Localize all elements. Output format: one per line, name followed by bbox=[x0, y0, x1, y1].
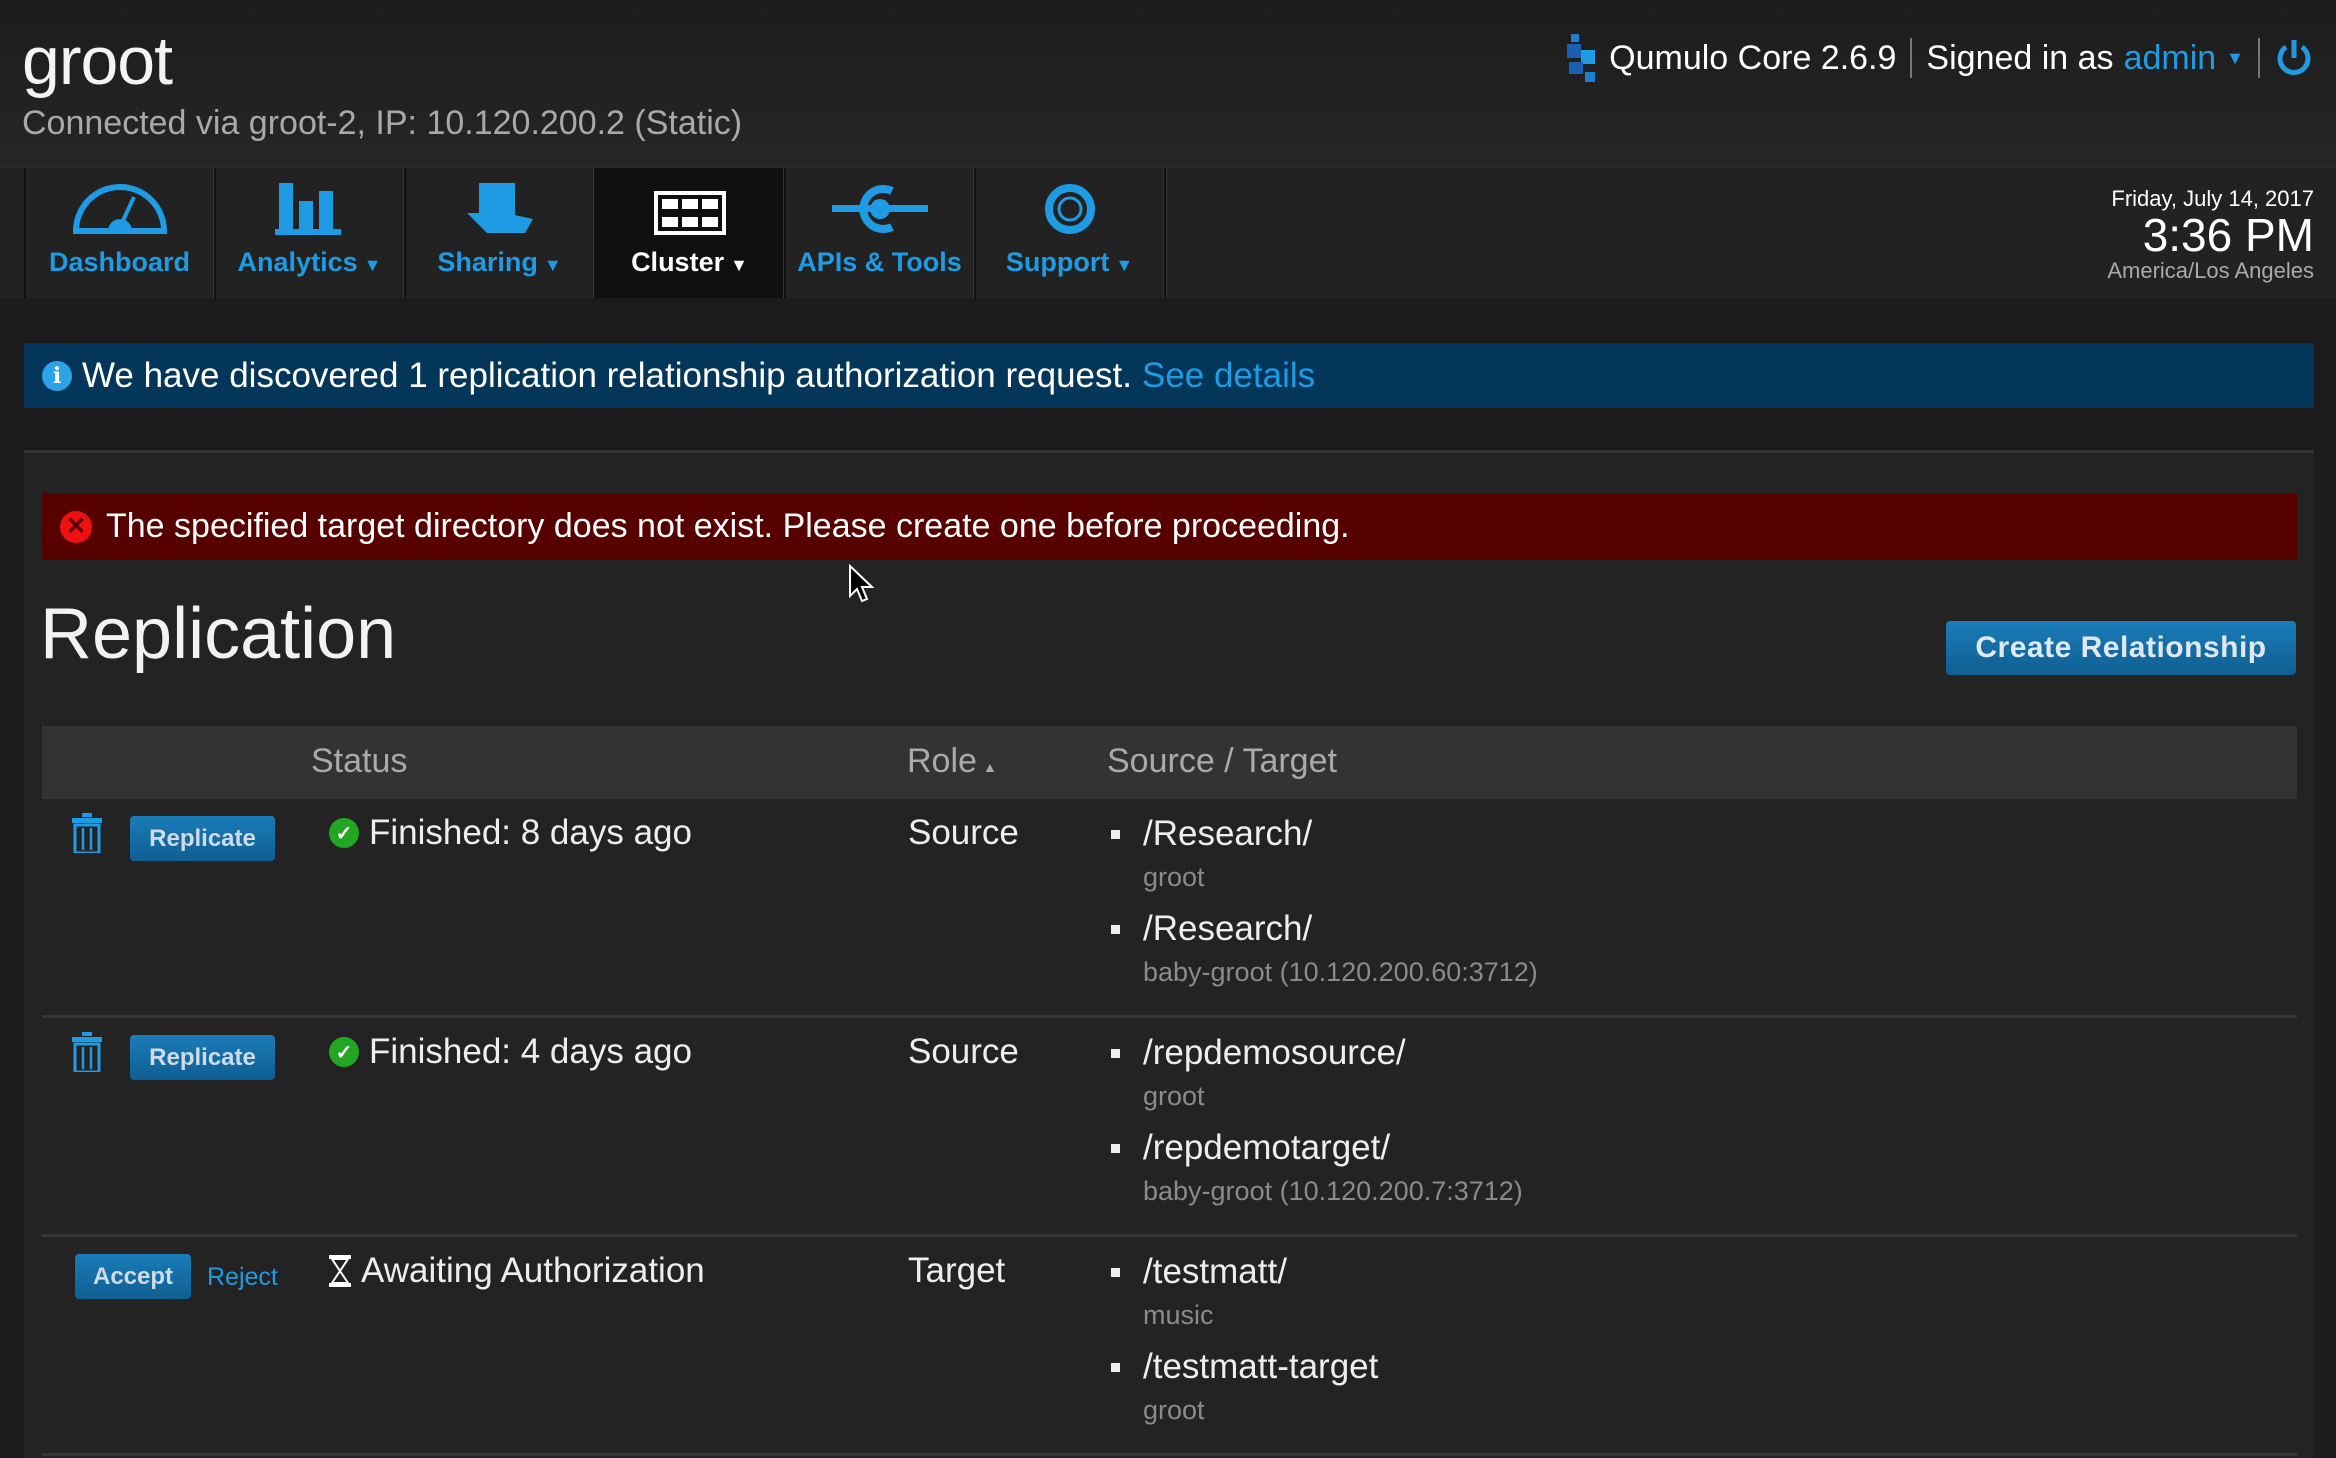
list-item: /repdemosource/groot bbox=[1107, 1032, 1523, 1127]
table-row: Replicate ✓ Finished: 8 days ago Source /… bbox=[42, 799, 2297, 1018]
nav-analytics[interactable]: Analytics ▼ bbox=[214, 168, 404, 298]
source-target-list: /repdemosource/groot /repdemotarget/baby… bbox=[1107, 1032, 1523, 1222]
lifebuoy-icon bbox=[1044, 184, 1095, 234]
nav-label: Cluster ▼ bbox=[631, 247, 748, 277]
page-title: Replication bbox=[40, 594, 397, 674]
caret-down-icon: ▼ bbox=[363, 255, 382, 275]
table-row: Replicate ✓ Finished: 4 days ago Source /… bbox=[42, 1018, 2297, 1237]
nav-label: Sharing ▼ bbox=[437, 247, 562, 277]
cluster-grid-icon bbox=[653, 191, 726, 235]
column-role[interactable]: Role ▲ bbox=[907, 742, 997, 781]
create-relationship-button[interactable]: Create Relationship bbox=[1946, 621, 2296, 675]
see-details-link[interactable]: See details bbox=[1142, 356, 1315, 396]
list-item: /testmatt/music bbox=[1107, 1251, 1378, 1346]
list-item: /Research/baby-groot (10.120.200.60:3712… bbox=[1107, 908, 1538, 1003]
mouse-cursor-icon bbox=[849, 564, 875, 603]
nav-dashboard[interactable]: Dashboard bbox=[24, 168, 214, 298]
list-item: /repdemotarget/baby-groot (10.120.200.7:… bbox=[1107, 1127, 1523, 1222]
nav-support[interactable]: Support ▼ bbox=[974, 168, 1164, 298]
error-text: The specified target directory does not … bbox=[106, 507, 1350, 545]
column-source-target[interactable]: Source / Target bbox=[1107, 742, 1337, 781]
main-nav: Dashboard Analytics ▼ Sharing ▼ Cluster ▼ A… bbox=[0, 166, 2336, 298]
accept-button[interactable]: Accept bbox=[75, 1254, 191, 1299]
sharing-hand-icon bbox=[466, 183, 533, 233]
nav-label: Support ▼ bbox=[1005, 247, 1134, 277]
nav-divider bbox=[1164, 168, 1167, 298]
qumulo-logo-icon bbox=[1567, 34, 1596, 82]
user-menu[interactable]: admin bbox=[2124, 39, 2217, 78]
divider bbox=[2258, 38, 2260, 78]
error-banner: ✕ The specified target directory does no… bbox=[42, 493, 2297, 560]
nav-apis-tools[interactable]: APIs & Tools bbox=[784, 168, 974, 298]
user-bar: Qumulo Core 2.6.9 Signed in as admin ▼ bbox=[1567, 34, 2314, 82]
api-plug-icon bbox=[831, 185, 928, 233]
connection-info: Connected via groot-2, IP: 10.120.200.2 … bbox=[22, 104, 743, 142]
caret-down-icon: ▼ bbox=[1115, 255, 1134, 275]
replication-panel: ✕ The specified target directory does no… bbox=[24, 450, 2314, 1458]
hourglass-icon bbox=[329, 1255, 351, 1287]
trash-icon[interactable] bbox=[72, 1032, 102, 1072]
reject-link[interactable]: Reject bbox=[207, 1263, 278, 1292]
status: Awaiting Authorization bbox=[329, 1251, 705, 1291]
check-circle-icon: ✓ bbox=[329, 1037, 359, 1067]
sort-asc-icon: ▲ bbox=[982, 759, 997, 775]
nav-label: Dashboard bbox=[48, 247, 191, 277]
trash-icon[interactable] bbox=[72, 813, 102, 853]
bar-chart-icon bbox=[274, 183, 341, 235]
power-icon[interactable] bbox=[2274, 38, 2314, 78]
divider bbox=[1910, 38, 1913, 78]
replicate-button[interactable]: Replicate bbox=[130, 816, 275, 861]
info-icon: i bbox=[42, 360, 72, 391]
info-text: We have discovered 1 replication relatio… bbox=[82, 355, 1132, 395]
role: Source bbox=[908, 813, 1019, 852]
chevron-down-icon[interactable]: ▼ bbox=[2226, 48, 2244, 69]
nav-sharing[interactable]: Sharing ▼ bbox=[404, 168, 594, 298]
nav-cluster[interactable]: Cluster ▼ bbox=[594, 168, 784, 298]
status: ✓ Finished: 8 days ago bbox=[329, 813, 692, 853]
error-icon: ✕ bbox=[60, 510, 92, 543]
clock: Friday, July 14, 2017 3:36 PM America/Lo… bbox=[2107, 186, 2314, 284]
time: 3:36 PM bbox=[2142, 209, 2314, 261]
timezone: America/Los Angeles bbox=[2107, 258, 2314, 283]
column-status[interactable]: Status bbox=[311, 742, 407, 781]
caret-down-icon: ▼ bbox=[730, 255, 748, 275]
list-item: /testmatt-target groot bbox=[1107, 1346, 1378, 1441]
nav-label: APIs & Tools bbox=[797, 247, 962, 277]
table-header: Status Role ▲ Source / Target bbox=[42, 726, 2297, 799]
replicate-button[interactable]: Replicate bbox=[130, 1035, 275, 1080]
dashboard-gauge-icon bbox=[72, 184, 167, 234]
status: ✓ Finished: 4 days ago bbox=[329, 1032, 692, 1072]
role: Target bbox=[908, 1251, 1006, 1290]
cluster-name: groot bbox=[22, 23, 173, 99]
nav-label: Analytics ▼ bbox=[237, 247, 382, 277]
table-row: Accept Reject Awaiting Authorization Tar… bbox=[42, 1237, 2297, 1456]
source-target-list: /Research/groot /Research/baby-groot (10… bbox=[1107, 813, 1538, 1003]
signed-in-label: Signed in as bbox=[1926, 38, 2114, 77]
caret-down-icon: ▼ bbox=[543, 255, 562, 275]
role: Source bbox=[908, 1032, 1019, 1071]
info-banner: i We have discovered 1 replication relat… bbox=[24, 343, 2314, 408]
product-version: Qumulo Core 2.6.9 bbox=[1609, 38, 1897, 77]
list-item: /Research/groot bbox=[1107, 813, 1538, 908]
header: groot Connected via groot-2, IP: 10.120.… bbox=[0, 0, 2336, 166]
source-target-list: /testmatt/music /testmatt-target groot bbox=[1107, 1251, 1378, 1441]
check-circle-icon: ✓ bbox=[329, 818, 359, 848]
